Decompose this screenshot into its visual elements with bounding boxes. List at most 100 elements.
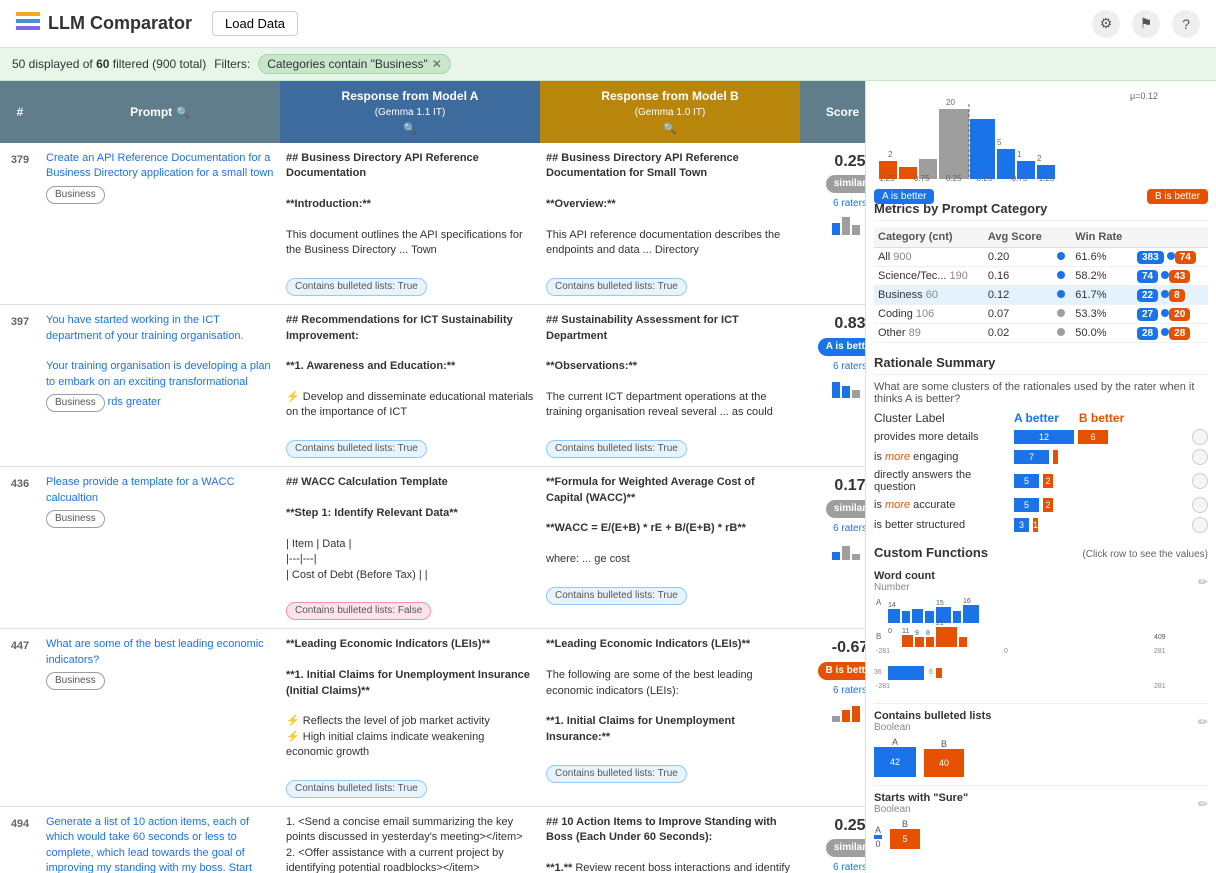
bar-a: 7 [1014,450,1049,464]
flag-icon[interactable]: ⚑ [1132,10,1160,38]
settings-icon[interactable]: ⚙ [1092,10,1120,38]
row-response-b: **Leading Economic Indicators (LEIs)** T… [540,629,800,806]
cf-item-starts-sure[interactable]: Starts with "Sure" Boolean ✏ A 0 B 5 [874,785,1208,849]
table-body[interactable]: 379 Create an API Reference Documentatio… [0,143,865,873]
cf-bulleted-type: Boolean [874,722,991,733]
svg-text:36: 36 [874,669,882,676]
row-response-b: ## Business Directory API Reference Docu… [540,143,800,304]
metrics-row[interactable]: Other 89 0.02 50.0% 28 28 [874,324,1208,343]
row-score: 0.83 A is better 6 raters [800,305,865,466]
app-title: LLM Comparator [48,13,192,34]
svg-text:-281: -281 [876,648,890,655]
contains-tag-a: Contains bulleted lists: True [286,780,427,798]
filters-label: Filters: [214,57,250,71]
sure-bar-b: 5 [890,829,920,849]
raters-link[interactable]: 6 raters [833,861,865,873]
load-data-button[interactable]: Load Data [212,11,298,36]
row-num: 379 [0,143,40,304]
metrics-row[interactable]: Business 60 0.12 61.7% 22 8 [874,286,1208,305]
rationale-row[interactable]: provides more details 12 6 [874,429,1208,445]
rationale-row[interactable]: is more engaging 7 [874,449,1208,465]
row-response-a: ## Recommendations for ICT Sustainabilit… [280,305,540,466]
raters-link[interactable]: 6 raters [833,197,865,211]
rationale-circle[interactable] [1192,449,1208,465]
bar-b: 2 [1043,498,1053,512]
row-prompt[interactable]: Generate a list of 10 action items, each… [40,807,280,873]
col-header-num: # [0,81,40,143]
rationale-bars: 7 [1014,450,1188,464]
bar-a: 12 [1014,430,1074,444]
svg-text:20: 20 [946,98,955,107]
cf-sure-title: Starts with "Sure" [874,792,968,804]
win-badge-b: 8 [1169,289,1185,302]
avg-dot [1057,309,1065,317]
bar-a: 5 [1014,474,1039,488]
win-badge-a: 22 [1137,289,1158,302]
bar-a: 5 [1014,498,1039,512]
rationale-circle[interactable] [1192,473,1208,489]
svg-text:281: 281 [1154,683,1166,690]
metrics-row[interactable]: Science/Tec... 190 0.16 58.2% 74 43 [874,267,1208,286]
svg-text:409: 409 [1154,634,1166,641]
category-tag: Business [46,394,105,412]
row-prompt[interactable]: Please provide a template for a WACC cal… [40,467,280,628]
metrics-title: Metrics by Prompt Category [874,201,1208,221]
help-icon[interactable]: ? [1172,10,1200,38]
rationale-bars: 5 2 [1014,498,1188,512]
raters-link[interactable]: 6 raters [833,684,865,698]
raters-link[interactable]: 6 raters [833,522,865,536]
row-prompt[interactable]: Create an API Reference Documentation fo… [40,143,280,304]
svg-text:-1.25: -1.25 [1036,174,1055,183]
search-icon[interactable]: 🔍 [176,106,190,119]
rationale-row[interactable]: is more accurate 5 2 [874,497,1208,513]
cf-item-bulleted-lists[interactable]: Contains bulleted lists Boolean ✏ A 42 B [874,703,1208,777]
svg-text:11: 11 [902,628,909,635]
rationale-circle[interactable] [1192,517,1208,533]
row-response-a: ## Business Directory API Reference Docu… [280,143,540,304]
category-tag: Business [46,510,105,528]
a-better-label: A is better [874,189,934,204]
svg-text:A: A [876,598,882,607]
col-header-model-b: Response from Model B (Gemma 1.0 IT) 🔍 [540,81,800,143]
row-prompt[interactable]: You have started working in the ICT depa… [40,305,280,466]
edit-icon[interactable]: ✏ [1198,797,1208,811]
row-prompt[interactable]: What are some of the best leading econom… [40,629,280,806]
results-table: # Prompt 🔍 Response from Model A (Gemma … [0,81,865,873]
svg-text:2: 2 [1037,154,1042,163]
cf-item-word-count[interactable]: Word count Number ✏ A 14 15 [874,570,1208,695]
svg-text:-0.25: -0.25 [974,174,993,183]
rationale-row[interactable]: is better structured 3 1 [874,517,1208,533]
row-num: 436 [0,467,40,628]
row-response-a: 1. <Send a concise email summarizing the… [280,807,540,873]
bulleted-bar-b: 40 [924,749,964,777]
row-score: -0.67 B is better 6 raters [800,629,865,806]
table-header: # Prompt 🔍 Response from Model A (Gemma … [0,81,865,143]
rationale-bars: 3 1 [1014,518,1188,532]
rationale-circle[interactable] [1192,497,1208,513]
edit-icon[interactable]: ✏ [1198,715,1208,729]
filter-close-icon[interactable]: ✕ [432,57,442,71]
row-response-b: ## Sustainability Assessment for ICT Dep… [540,305,800,466]
svg-text:16: 16 [963,598,971,605]
metrics-row[interactable]: Coding 106 0.07 53.3% 27 20 [874,305,1208,324]
rationale-circle[interactable] [1192,429,1208,445]
raters-link[interactable]: 6 raters [833,360,865,374]
search-icon-a[interactable]: 🔍 [403,122,417,135]
table-row: 436 Please provide a template for a WACC… [0,467,865,629]
avg-dot [1057,290,1065,298]
rationale-row[interactable]: directly answers the question 5 2 [874,469,1208,493]
histogram-svg: 1.25 0.75 0.25 -0.25 -0.75 -1.25 2 20 5 … [874,89,1204,184]
edit-icon[interactable]: ✏ [1198,575,1208,589]
svg-text:B: B [876,632,881,641]
win-badge-a: 383 [1137,251,1164,264]
mu-label: μ=0.12 [1130,91,1158,101]
row-response-a: ## WACC Calculation Template **Step 1: I… [280,467,540,628]
contains-tag-a: Contains bulleted lists: True [286,278,427,296]
svg-text:-281: -281 [876,683,890,690]
metrics-row[interactable]: All 900 0.20 61.6% 383 74 [874,248,1208,267]
avg-dot [1057,328,1065,336]
contains-tag-b: Contains bulleted lists: True [546,765,687,783]
search-icon-b[interactable]: 🔍 [663,122,677,135]
filter-tag-business[interactable]: Categories contain "Business" ✕ [258,54,451,74]
score-badge: B is better [818,662,865,680]
